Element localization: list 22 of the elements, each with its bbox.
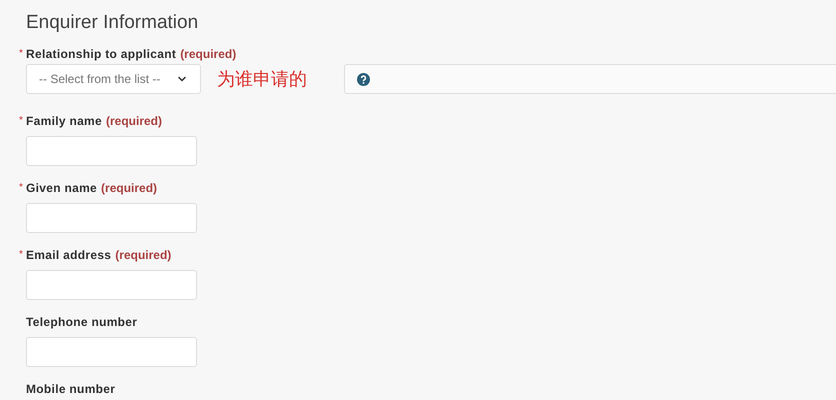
annotation-text: 为谁申请的	[217, 68, 307, 92]
field-label: Telephone number	[26, 314, 138, 331]
text-field[interactable]	[26, 203, 197, 233]
text-field[interactable]	[26, 270, 197, 300]
field-label: Family name	[26, 113, 102, 130]
text-field[interactable]	[26, 337, 197, 367]
required-asterisk: *	[18, 114, 24, 128]
required-note: (required)	[101, 180, 158, 197]
field-label: Email address	[26, 247, 112, 264]
field-label: Mobile number	[26, 381, 116, 398]
required-asterisk: *	[18, 47, 24, 61]
field-label: Relationship to applicant	[26, 46, 176, 63]
required-note: (required)	[180, 46, 236, 63]
relationship-select[interactable]: -- Select from the list --	[26, 64, 201, 94]
required-asterisk: *	[18, 248, 24, 262]
text-field[interactable]	[26, 136, 197, 166]
section-heading: Enquirer Information	[25, 11, 200, 35]
required-asterisk: *	[18, 181, 24, 195]
required-note: (required)	[115, 247, 172, 264]
required-note: (required)	[106, 113, 162, 130]
field-label: Given name	[26, 180, 98, 197]
help-icon[interactable]	[357, 72, 370, 86]
